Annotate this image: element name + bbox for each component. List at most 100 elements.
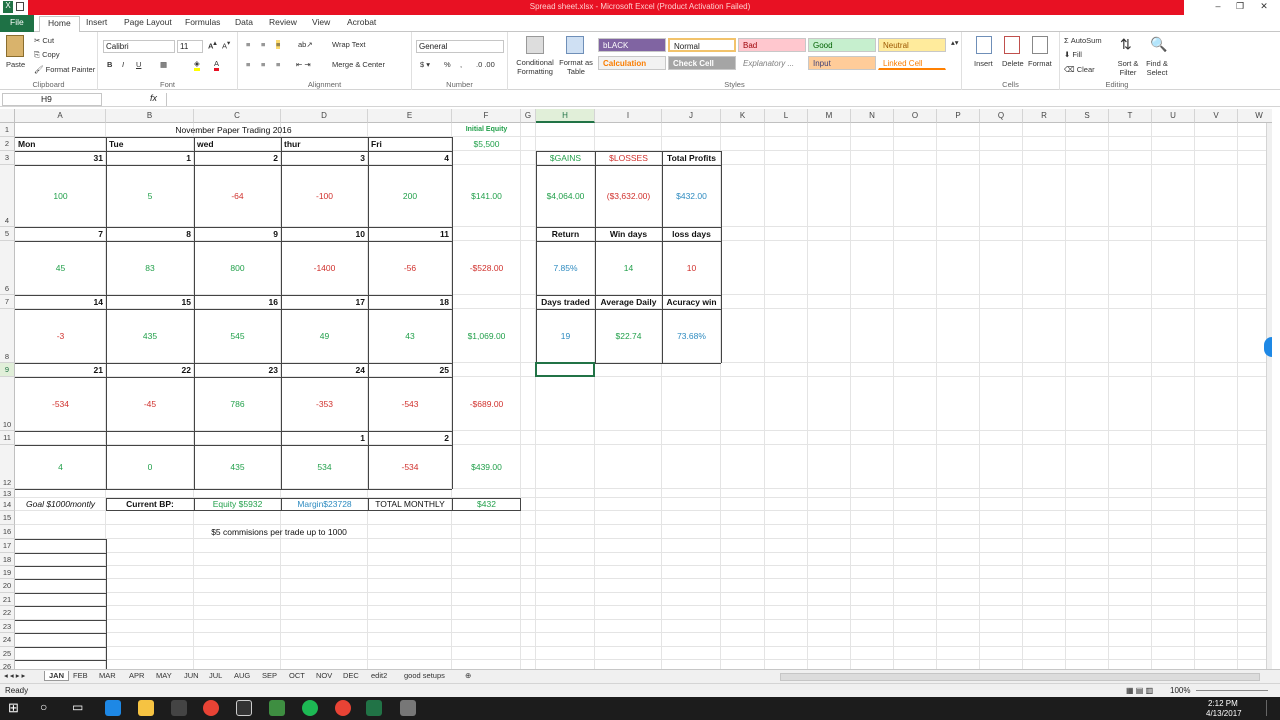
sort-filter-button[interactable]: Sort & Filter [1114, 59, 1142, 77]
format-painter-button[interactable]: 🖌 Format Painter [34, 65, 95, 74]
column-header-r[interactable]: R [1023, 109, 1066, 123]
align-center-icon[interactable]: ≡ [261, 60, 265, 69]
style-linked-cell[interactable]: Linked Cell [878, 56, 946, 70]
style-check-cell[interactable]: Check Cell [668, 56, 736, 70]
decimal-icon[interactable]: .0 .00 [476, 60, 495, 69]
column-header-s[interactable]: S [1066, 109, 1109, 123]
style-good[interactable]: Good [808, 38, 876, 52]
style-input[interactable]: Input [808, 56, 876, 70]
formula-input[interactable] [166, 93, 1274, 106]
style-neutral[interactable]: Neutral [878, 38, 946, 52]
column-header-v[interactable]: V [1195, 109, 1238, 123]
row-header-11[interactable]: 11 [0, 431, 15, 445]
column-header-h[interactable]: H [536, 109, 595, 123]
column-header-e[interactable]: E [368, 109, 452, 123]
row-header-6[interactable]: 6 [0, 241, 15, 295]
column-header-u[interactable]: U [1152, 109, 1195, 123]
style-normal[interactable]: Normal [668, 38, 736, 52]
autosum-button[interactable]: Σ AutoSum [1064, 36, 1102, 45]
row-header-5[interactable]: 5 [0, 227, 15, 241]
side-panel-toggle-icon[interactable] [1264, 337, 1272, 357]
style-black[interactable]: bLACK [598, 38, 666, 52]
sheet-tab-nov[interactable]: NOV [316, 671, 332, 680]
align-left-icon[interactable]: ≡ [246, 60, 250, 69]
column-header-p[interactable]: P [937, 109, 980, 123]
sheet-nav-icon[interactable]: ◂ ◂ ▸ ▸ [4, 671, 25, 680]
delete-cells-button[interactable]: Delete [1002, 59, 1024, 68]
file-explorer-icon[interactable] [138, 700, 154, 716]
restore-icon[interactable]: ❐ [1230, 1, 1250, 12]
show-desktop-button[interactable] [1266, 700, 1278, 716]
font-name-select[interactable]: Calibri [103, 40, 175, 53]
font-color-icon[interactable]: A [214, 59, 220, 71]
row-header-9[interactable]: 9 [0, 363, 15, 377]
vertical-scrollbar[interactable] [1266, 123, 1272, 669]
new-sheet-icon[interactable]: ⊕ [465, 671, 471, 680]
style-explanatory[interactable]: Explanatory ... [738, 56, 806, 70]
styles-scroll-icon[interactable]: ▴▾ [951, 38, 959, 47]
app-icon[interactable] [236, 700, 252, 716]
row-header-25[interactable]: 25 [0, 647, 15, 660]
align-right-icon[interactable]: ≡ [276, 60, 280, 69]
align-bottom-icon[interactable]: ≡ [276, 40, 281, 49]
sheet-tab-edit2[interactable]: edit2 [371, 671, 387, 680]
sheet-tab-jan[interactable]: JAN [44, 671, 70, 681]
spotify-icon[interactable] [302, 700, 318, 716]
zoom-slider[interactable] [1196, 690, 1268, 691]
format-as-table-button[interactable]: Format as Table [558, 58, 594, 76]
conditional-formatting-button[interactable]: Conditional Formatting [512, 58, 558, 76]
orientation-icon[interactable]: ab↗ [298, 40, 313, 49]
font-size-select[interactable]: 11 [177, 40, 203, 53]
style-bad[interactable]: Bad [738, 38, 806, 52]
tab-acrobat[interactable]: Acrobat [347, 17, 376, 27]
underline-icon[interactable]: U [136, 60, 141, 69]
indent-icon[interactable]: ⇤ ⇥ [296, 60, 311, 69]
row-header-12[interactable]: 12 [0, 445, 15, 489]
chrome-icon[interactable] [203, 700, 219, 716]
row-header-7[interactable]: 7 [0, 295, 15, 309]
cut-button[interactable]: ✂ Cut [34, 36, 54, 45]
column-header-w[interactable]: W [1238, 109, 1272, 123]
sheet-tab-jul[interactable]: JUL [209, 671, 222, 680]
select-all-corner[interactable] [0, 109, 15, 123]
clear-button[interactable]: ⌫ Clear [1064, 65, 1095, 74]
column-header-n[interactable]: N [851, 109, 894, 123]
task-view-icon[interactable]: ▭ [72, 700, 83, 714]
other-app-icon[interactable] [400, 700, 416, 716]
row-header-3[interactable]: 3 [0, 151, 15, 165]
row-header-23[interactable]: 23 [0, 620, 15, 633]
paste-button[interactable]: Paste [6, 60, 25, 69]
row-header-2[interactable]: 2 [0, 137, 15, 151]
row-header-24[interactable]: 24 [0, 633, 15, 647]
selected-cell[interactable] [535, 362, 595, 377]
sheet-tab-jun[interactable]: JUN [184, 671, 199, 680]
row-header-15[interactable]: 15 [0, 511, 15, 525]
column-header-q[interactable]: Q [980, 109, 1023, 123]
worksheet-grid[interactable]: A B C D E F G H I J K L M N O P Q R S T U V W 1 2 3 4 5 6 7 8 9 10 11 12 13… [0, 109, 1272, 669]
grow-font-icon[interactable]: A▴ [208, 40, 217, 51]
align-middle-icon[interactable]: ≡ [261, 40, 265, 49]
windows-start-icon[interactable]: ⊞ [8, 700, 19, 716]
column-header-l[interactable]: L [765, 109, 808, 123]
row-header-19[interactable]: 19 [0, 566, 15, 579]
column-header-m[interactable]: M [808, 109, 851, 123]
tab-view[interactable]: View [312, 17, 330, 27]
sheet-tab-apr[interactable]: APR [129, 671, 144, 680]
format-cells-button[interactable]: Format [1028, 59, 1052, 68]
align-top-icon[interactable]: ≡ [246, 40, 250, 49]
row-header-17[interactable]: 17 [0, 539, 15, 553]
row-header-21[interactable]: 21 [0, 593, 15, 606]
row-header-8[interactable]: 8 [0, 309, 15, 363]
view-buttons-icon[interactable]: ▦ ▤ ▥ [1126, 686, 1153, 695]
borders-icon[interactable]: ▦ [160, 60, 167, 69]
tab-insert[interactable]: Insert [86, 17, 107, 27]
sheet-tab-sep[interactable]: SEP [262, 671, 277, 680]
tab-formulas[interactable]: Formulas [185, 17, 220, 27]
fill-button[interactable]: ⬇ Fill [1064, 50, 1082, 59]
merge-center-button[interactable]: Merge & Center [332, 60, 385, 69]
column-header-k[interactable]: K [721, 109, 765, 123]
column-header-t[interactable]: T [1109, 109, 1152, 123]
excel-taskbar-icon[interactable] [366, 700, 382, 716]
name-box[interactable]: H9 [2, 93, 102, 106]
row-header-13[interactable]: 13 [0, 489, 15, 498]
